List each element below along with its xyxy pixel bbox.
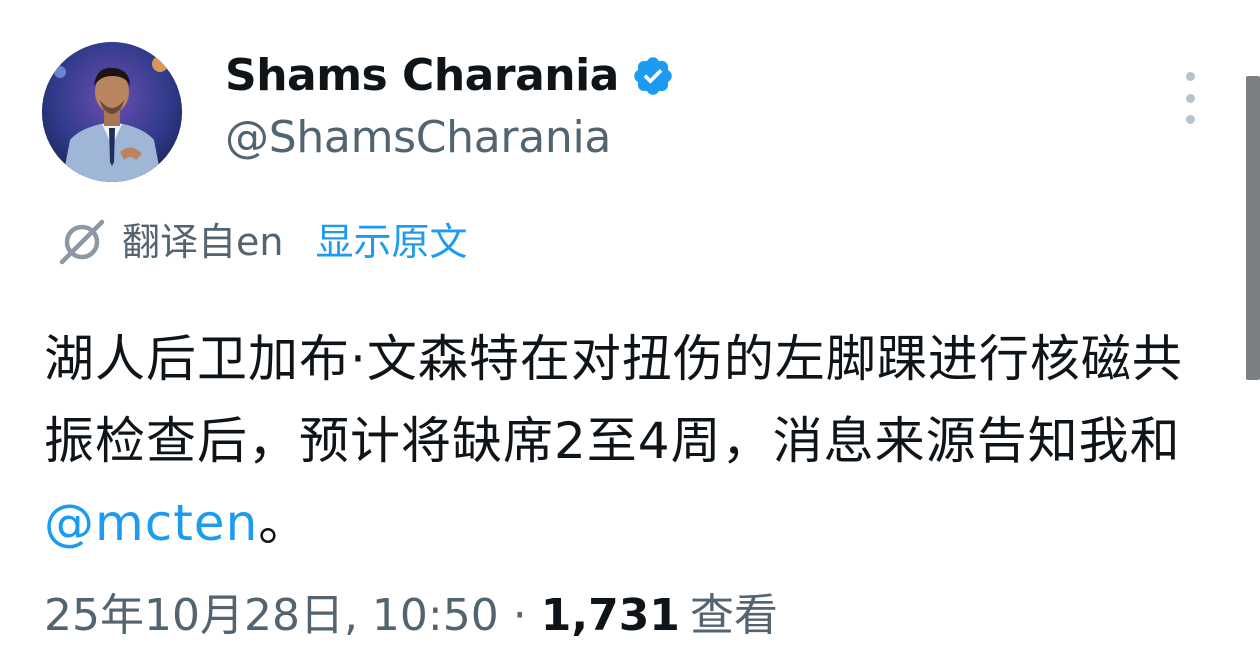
more-dot-icon [1185, 93, 1195, 103]
author-name-row[interactable]: Shams Charania [225, 50, 675, 102]
more-dot-icon [1185, 72, 1195, 81]
avatar[interactable] [42, 42, 182, 182]
meta-separator: · [512, 590, 527, 641]
tweet-text: 湖人后卫加布·文森特在对扭伤的左脚踝进行核磁共振检查后，预计将缺席2至4周，消息… [44, 318, 1214, 564]
more-options-button[interactable] [1176, 72, 1204, 124]
more-dot-icon [1185, 115, 1195, 124]
tweet-timestamp[interactable]: 25年10月28日, 10:50 [44, 586, 499, 646]
scrollbar[interactable] [1246, 76, 1260, 380]
verified-badge-icon [634, 57, 672, 95]
profile-photo-icon [42, 42, 182, 182]
tweet-text-end: 。 [258, 494, 310, 552]
translate-icon [59, 219, 105, 265]
tweet-meta: 25年10月28日, 10:50 · 1,731 查看 [44, 584, 778, 648]
views-label: 查看 [689, 590, 778, 641]
author-display-name[interactable]: Shams Charania [225, 50, 619, 102]
views-count: 1,731 [540, 590, 680, 641]
show-original-link[interactable]: 显示原文 [315, 216, 467, 268]
translation-row: 翻译自en 显示原文 [56, 212, 467, 272]
author-handle[interactable]: @ShamsCharania [225, 112, 611, 164]
tweet-text-main: 湖人后卫加布·文森特在对扭伤的左脚踝进行核磁共振检查后，预计将缺席2至4周，消息… [44, 330, 1183, 470]
translated-from-label: 翻译自en [122, 220, 284, 264]
mention-link[interactable]: @mcten [44, 494, 258, 552]
